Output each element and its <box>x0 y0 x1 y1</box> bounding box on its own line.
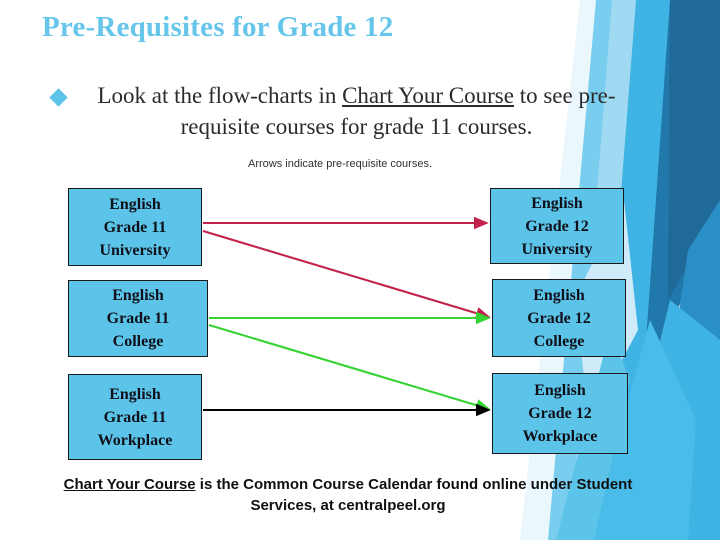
node-english-grade11-college[interactable]: English Grade 11 College <box>68 280 208 357</box>
node-english-grade11-university[interactable]: English Grade 11 University <box>68 188 202 266</box>
node-line-2: Grade 12 <box>527 309 591 327</box>
node-line-3: Workplace <box>522 428 598 445</box>
bottom-note-rest: is the Common Course Calendar found onli… <box>195 476 633 514</box>
bottom-note-link[interactable]: Chart Your Course <box>64 476 196 493</box>
node-line-3: University <box>521 240 593 258</box>
node-line-3: College <box>112 333 164 350</box>
node-line-1: English <box>533 286 585 304</box>
node-line-3: University <box>99 241 171 259</box>
node-line-1: English <box>109 385 161 403</box>
node-english-grade11-workplace[interactable]: English Grade 11 Workplace <box>68 374 202 460</box>
node-line-1: English <box>112 287 164 304</box>
node-line-1: English <box>534 382 586 399</box>
node-line-2: Grade 11 <box>103 218 167 236</box>
bottom-note: Chart Your Course is the Common Course C… <box>38 474 658 516</box>
node-english-grade12-university[interactable]: English Grade 12 University <box>490 188 624 264</box>
node-line-2: Grade 11 <box>103 408 167 426</box>
slide-canvas: Pre-Requisites for Grade 12 Look at the … <box>0 0 720 540</box>
arrow-g11college-to-g12workplace <box>208 323 491 412</box>
node-english-grade12-workplace[interactable]: English Grade 12 Workplace <box>492 373 628 454</box>
node-line-1: English <box>109 195 161 213</box>
arrow-g11university-to-g12college <box>202 229 491 320</box>
node-line-3: College <box>533 332 585 350</box>
node-line-2: Grade 12 <box>528 405 592 422</box>
node-line-3: Workplace <box>97 431 173 449</box>
node-line-2: Grade 11 <box>106 310 170 327</box>
node-line-2: Grade 12 <box>525 217 589 235</box>
node-line-1: English <box>531 194 583 212</box>
node-english-grade12-college[interactable]: English Grade 12 College <box>492 279 626 357</box>
